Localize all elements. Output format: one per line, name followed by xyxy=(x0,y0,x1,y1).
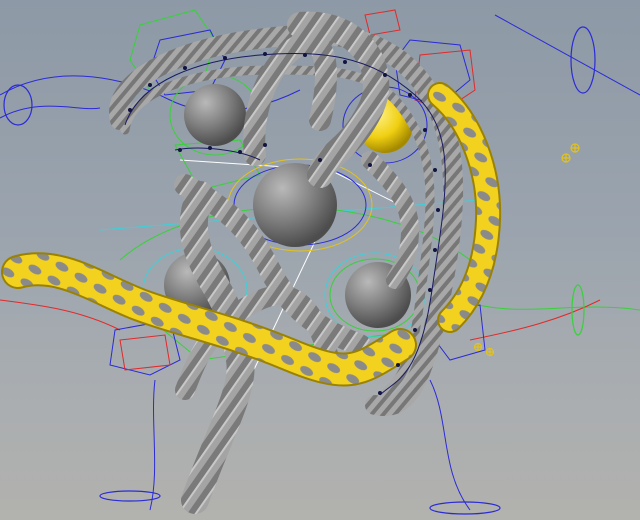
rope-right-tail xyxy=(361,151,420,289)
locator-1 xyxy=(570,143,580,153)
locator-3 xyxy=(473,342,483,352)
locator-2 xyxy=(561,153,571,163)
scene-canvas[interactable] xyxy=(0,0,640,520)
sphere-top-left xyxy=(184,84,246,146)
rope-left-arc xyxy=(243,31,337,166)
locator-4 xyxy=(485,347,495,357)
3d-viewport[interactable] xyxy=(0,0,640,520)
